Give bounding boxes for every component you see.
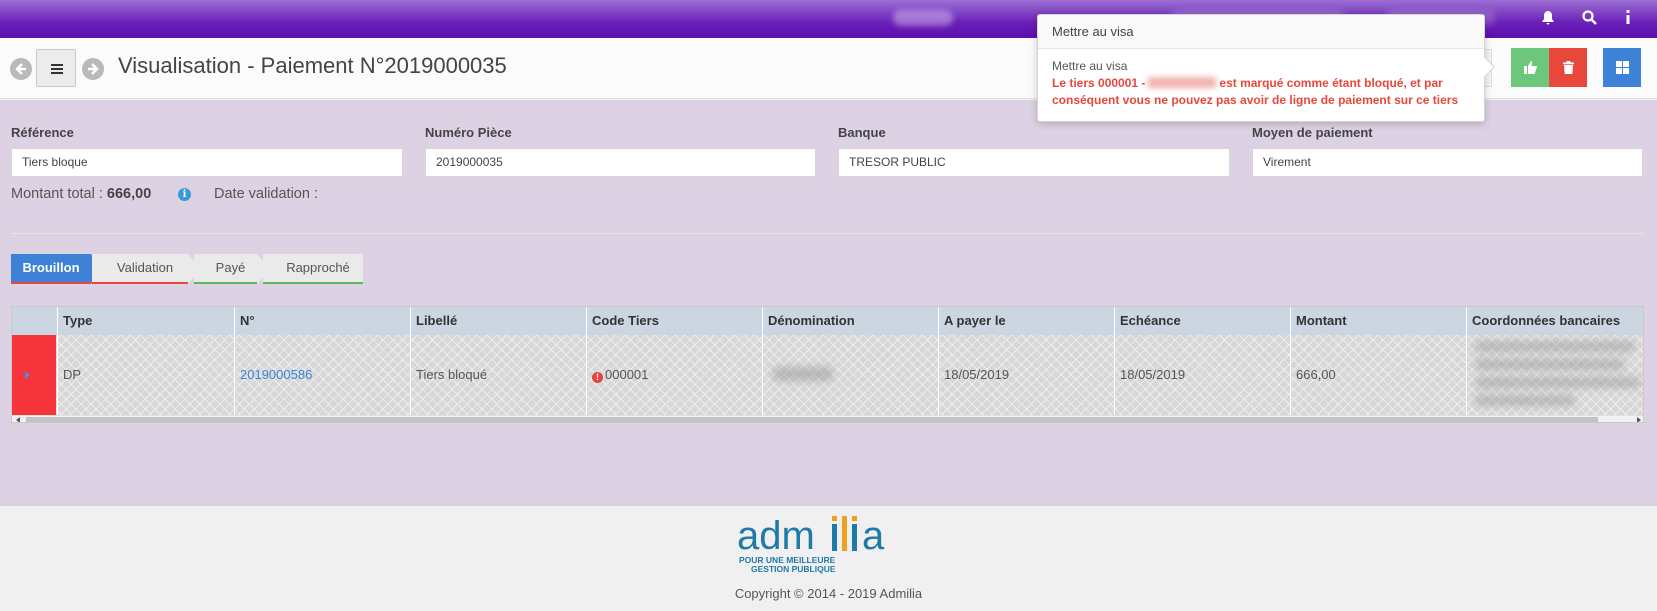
reference-field[interactable]: Tiers bloque <box>11 148 403 177</box>
cell-numero-link[interactable]: 2019000586 <box>234 335 410 415</box>
payment-lines-table: Type N° Libellé Code Tiers Dénomination … <box>11 306 1644 423</box>
numero-piece-field[interactable]: 2019000035 <box>425 148 816 177</box>
scroll-right-icon[interactable] <box>1637 417 1641 422</box>
grid-icon <box>1615 61 1629 74</box>
reference-label: Référence <box>11 125 74 140</box>
step-label: Payé <box>215 260 246 275</box>
montant-total: Montant total : 666,00 <box>11 186 151 202</box>
page-title: Visualisation - Paiement N°2019000035 <box>118 53 507 78</box>
denomination-blurred <box>773 367 833 381</box>
tiers-name-blurred <box>1148 77 1217 88</box>
montant-total-label: Montant total : <box>11 186 103 202</box>
bank-details-blurred-line <box>1475 359 1625 370</box>
search-icon[interactable] <box>1582 10 1597 30</box>
thumbs-up-icon <box>1523 61 1537 74</box>
step-paye[interactable]: Payé <box>194 254 257 284</box>
info-circle-icon[interactable]: i <box>178 188 191 201</box>
cell-code-tiers-value: 000001 <box>605 367 649 382</box>
popover-title: Mettre au visa <box>1038 15 1484 49</box>
cell-montant: 666,00 <box>1290 335 1466 415</box>
popover-body: Mettre au visa Le tiers 000001 - est marq… <box>1038 49 1484 118</box>
popover-error-message: Le tiers 000001 - est marqué comme étant … <box>1052 75 1470 109</box>
payment-content: Référence Tiers bloque Numéro Pièce 2019… <box>0 100 1657 506</box>
bell-icon[interactable] <box>1541 10 1555 31</box>
divider <box>11 233 1644 234</box>
logo-tagline-2: GESTION PUBLIQUE <box>751 564 836 574</box>
cell-denomination <box>762 335 938 415</box>
list-icon <box>51 64 63 76</box>
step-underline <box>92 282 188 284</box>
row-expand-icon[interactable] <box>25 371 30 379</box>
step-underline <box>194 282 257 284</box>
svg-text:adm: adm <box>737 514 815 558</box>
cell-code-tiers: ! 000001 <box>586 335 762 415</box>
table-header: Type N° Libellé Code Tiers Dénomination … <box>12 307 1643 335</box>
trash-icon <box>1562 61 1574 74</box>
cell-a-payer-le: 18/05/2019 <box>938 335 1114 415</box>
step-underline <box>263 282 363 284</box>
step-label: Brouillon <box>22 260 80 275</box>
bank-details-blurred-line <box>1475 395 1575 406</box>
column-header-type[interactable]: Type <box>57 307 234 335</box>
cell-echeance: 18/05/2019 <box>1114 335 1290 415</box>
scrollbar-thumb[interactable] <box>26 417 1598 422</box>
blocked-row-indicator[interactable] <box>12 335 56 415</box>
copyright-text: Copyright © 2014 - 2019 Admilia <box>734 586 923 601</box>
visa-popover: Mettre au visa Mettre au visa Le tiers 0… <box>1037 14 1495 122</box>
column-header-denomination[interactable]: Dénomination <box>762 307 938 335</box>
info-icon[interactable] <box>1625 10 1631 29</box>
horizontal-scrollbar[interactable] <box>12 415 1643 422</box>
column-header-montant[interactable]: Montant <box>1290 307 1466 335</box>
table-row[interactable]: DP 2019000586 Tiers bloqué ! 000001 18/05… <box>12 335 1643 415</box>
numero-piece-label: Numéro Pièce <box>425 125 512 140</box>
step-validation[interactable]: Validation <box>92 254 188 284</box>
step-label: Validation <box>116 260 174 275</box>
scroll-left-icon[interactable] <box>16 417 20 422</box>
previous-arrow-icon[interactable] <box>10 58 32 80</box>
column-header-numero[interactable]: N° <box>234 307 410 335</box>
error-prefix: Le tiers 000001 - <box>1052 76 1146 90</box>
user-context-blurred <box>893 10 953 26</box>
step-label: Rapproché <box>286 260 350 275</box>
svg-text:a: a <box>862 514 885 558</box>
step-brouillon[interactable]: Brouillon <box>11 254 91 284</box>
warning-icon: ! <box>592 372 603 383</box>
cell-coordonnees <box>1466 335 1643 415</box>
cell-type: DP <box>57 335 234 415</box>
column-header-select <box>12 307 57 335</box>
footer: adm a POUR UNE MEILLEURE GESTION PUBLIQU… <box>0 506 1657 611</box>
popover-subtitle: Mettre au visa <box>1052 59 1128 73</box>
column-header-a-payer-le[interactable]: A payer le <box>938 307 1114 335</box>
column-header-code-tiers[interactable]: Code Tiers <box>586 307 762 335</box>
list-menu-button[interactable] <box>36 49 76 87</box>
validate-button[interactable] <box>1511 48 1549 87</box>
cell-libelle: Tiers bloqué <box>410 335 586 415</box>
column-header-echeance[interactable]: Echéance <box>1114 307 1290 335</box>
step-rapproche[interactable]: Rapproché <box>263 254 363 284</box>
banque-field[interactable]: TRESOR PUBLIC <box>838 148 1230 177</box>
moyen-paiement-label: Moyen de paiement <box>1252 125 1373 140</box>
bank-details-blurred-line <box>1475 377 1640 388</box>
admilia-logo: adm a POUR UNE MEILLEURE GESTION PUBLIQU… <box>737 514 885 574</box>
bank-details-blurred-line <box>1475 341 1635 352</box>
date-validation-label: Date validation : <box>214 186 318 202</box>
montant-total-value: 666,00 <box>106 186 152 202</box>
next-arrow-icon[interactable] <box>82 58 104 80</box>
column-header-libelle[interactable]: Libellé <box>410 307 586 335</box>
moyen-paiement-field[interactable]: Virement <box>1252 148 1643 177</box>
grid-view-button[interactable] <box>1603 48 1641 87</box>
column-header-coordonnees[interactable]: Coordonnées bancaires <box>1466 307 1643 335</box>
banque-label: Banque <box>838 125 886 140</box>
delete-button[interactable] <box>1549 48 1587 87</box>
step-underline <box>11 282 91 284</box>
